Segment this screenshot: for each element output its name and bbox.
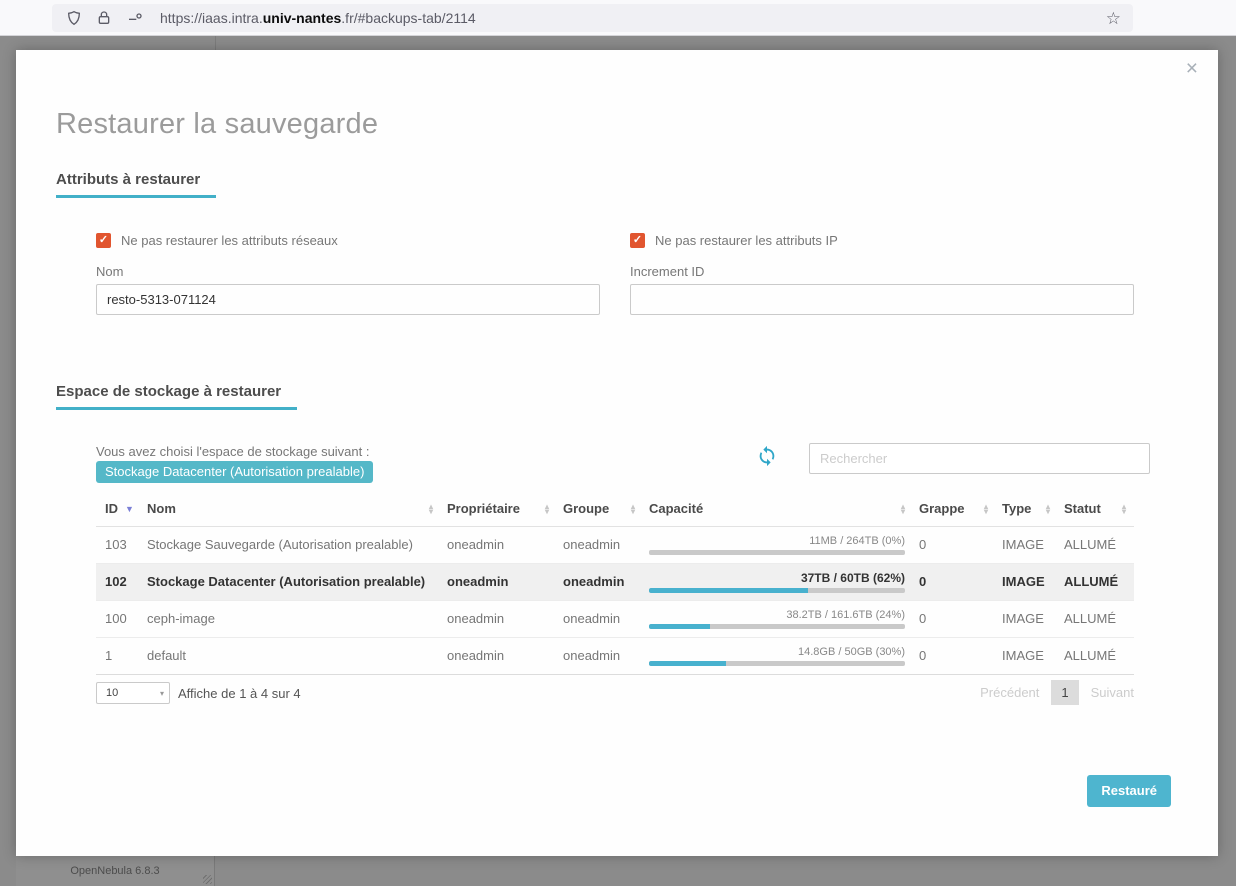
sort-icon: ▴▾ bbox=[631, 504, 635, 514]
lock-icon[interactable] bbox=[96, 10, 112, 26]
sort-desc-icon: ▼ bbox=[125, 504, 134, 514]
resize-handle-icon[interactable] bbox=[203, 875, 212, 884]
sort-icon: ▴▾ bbox=[1122, 504, 1126, 514]
background-footer-panel: OpenNebula 6.8.3 bbox=[16, 856, 215, 886]
chevron-down-icon: ▾ bbox=[160, 689, 164, 698]
dialog-title: Restaurer la sauvegarde bbox=[56, 108, 378, 141]
pagination-nav: Précédent 1 Suivant bbox=[980, 680, 1134, 705]
table-row[interactable]: 103 Stockage Sauvegarde (Autorisation pr… bbox=[96, 526, 1134, 563]
sort-icon: ▴▾ bbox=[545, 504, 549, 514]
capacity-bar bbox=[649, 588, 905, 593]
previous-page-button[interactable]: Précédent bbox=[980, 685, 1039, 700]
datastore-table: ID▼ Nom▴▾ Propriétaire▴▾ Groupe▴▾ Capaci… bbox=[96, 492, 1134, 675]
column-header-type[interactable]: Type▴▾ bbox=[996, 492, 1058, 526]
capacity-label: 11MB / 264TB (0%) bbox=[649, 535, 905, 547]
capacity-label: 37TB / 60TB (62%) bbox=[649, 571, 905, 585]
close-icon[interactable]: × bbox=[1186, 58, 1198, 79]
name-field[interactable] bbox=[96, 284, 600, 315]
capacity-bar bbox=[649, 550, 905, 555]
no-ip-attrs-checkbox[interactable]: ✓ bbox=[630, 233, 645, 248]
restore-backup-dialog: × Restaurer la sauvegarde Attributs à re… bbox=[16, 50, 1218, 856]
opennebula-version: OpenNebula 6.8.3 bbox=[70, 865, 159, 877]
checkbox-row-ip: ✓ Ne pas restaurer les attributs IP bbox=[630, 233, 838, 248]
column-header-statut[interactable]: Statut▴▾ bbox=[1058, 492, 1134, 526]
table-header-row: ID▼ Nom▴▾ Propriétaire▴▾ Groupe▴▾ Capaci… bbox=[96, 492, 1134, 526]
sort-icon: ▴▾ bbox=[984, 504, 988, 514]
increment-id-label: Increment ID bbox=[630, 264, 704, 279]
column-header-capacite[interactable]: Capacité▴▾ bbox=[643, 492, 913, 526]
table-row[interactable]: 100 ceph-image oneadmin oneadmin 38.2TB … bbox=[96, 600, 1134, 637]
column-header-id[interactable]: ID▼ bbox=[96, 492, 141, 526]
tab-storage[interactable]: Espace de stockage à restaurer bbox=[56, 383, 297, 410]
sort-icon: ▴▾ bbox=[429, 504, 433, 514]
tab-attributes[interactable]: Attributs à restaurer bbox=[56, 171, 216, 198]
storage-intro-text: Vous avez choisi l'espace de stockage su… bbox=[96, 444, 369, 459]
bookmark-star-icon[interactable]: ☆ bbox=[1106, 10, 1121, 27]
checkmark-icon: ✓ bbox=[633, 235, 642, 246]
current-page-button[interactable]: 1 bbox=[1051, 680, 1078, 705]
checkmark-icon: ✓ bbox=[99, 235, 108, 246]
modal-overlay: OpenNebula 6.8.3 × Restaurer la sauvegar… bbox=[0, 36, 1236, 886]
increment-id-field[interactable] bbox=[630, 284, 1134, 315]
selected-datastore-badge: Stockage Datacenter (Autorisation preala… bbox=[96, 461, 373, 483]
sort-icon: ▴▾ bbox=[1046, 504, 1050, 514]
capacity-label: 38.2TB / 161.6TB (24%) bbox=[649, 609, 905, 621]
pagination-info: Affiche de 1 à 4 sur 4 bbox=[178, 686, 301, 701]
no-ip-attrs-label: Ne pas restaurer les attributs IP bbox=[655, 233, 838, 248]
capacity-bar bbox=[649, 624, 905, 629]
permissions-icon[interactable] bbox=[126, 10, 142, 26]
column-header-groupe[interactable]: Groupe▴▾ bbox=[557, 492, 643, 526]
url-bar[interactable]: https://iaas.intra.univ-nantes.fr/#backu… bbox=[52, 4, 1133, 32]
table-row[interactable]: 1 default oneadmin oneadmin 14.8GB / 50G… bbox=[96, 637, 1134, 674]
url-text: https://iaas.intra.univ-nantes.fr/#backu… bbox=[160, 10, 476, 26]
next-page-button[interactable]: Suivant bbox=[1091, 685, 1134, 700]
column-header-nom[interactable]: Nom▴▾ bbox=[141, 492, 441, 526]
restore-button[interactable]: Restauré bbox=[1087, 775, 1171, 807]
column-header-grappe[interactable]: Grappe▴▾ bbox=[913, 492, 996, 526]
tracking-shield-icon[interactable] bbox=[66, 10, 82, 26]
checkbox-row-network: ✓ Ne pas restaurer les attributs réseaux bbox=[96, 233, 338, 248]
column-header-proprietaire[interactable]: Propriétaire▴▾ bbox=[441, 492, 557, 526]
capacity-label: 14.8GB / 50GB (30%) bbox=[649, 646, 905, 658]
no-network-attrs-checkbox[interactable]: ✓ bbox=[96, 233, 111, 248]
browser-toolbar: https://iaas.intra.univ-nantes.fr/#backu… bbox=[0, 0, 1236, 36]
name-field-label: Nom bbox=[96, 264, 123, 279]
screen: https://iaas.intra.univ-nantes.fr/#backu… bbox=[0, 0, 1236, 886]
capacity-bar bbox=[649, 661, 905, 666]
sort-icon: ▴▾ bbox=[901, 504, 905, 514]
page-size-select[interactable]: 10 ▾ bbox=[96, 682, 170, 704]
background-sidebar-edge bbox=[215, 36, 216, 50]
table-row-selected[interactable]: 102 Stockage Datacenter (Autorisation pr… bbox=[96, 563, 1134, 600]
search-input[interactable] bbox=[809, 443, 1150, 474]
refresh-icon[interactable] bbox=[756, 445, 778, 467]
no-network-attrs-label: Ne pas restaurer les attributs réseaux bbox=[121, 233, 338, 248]
